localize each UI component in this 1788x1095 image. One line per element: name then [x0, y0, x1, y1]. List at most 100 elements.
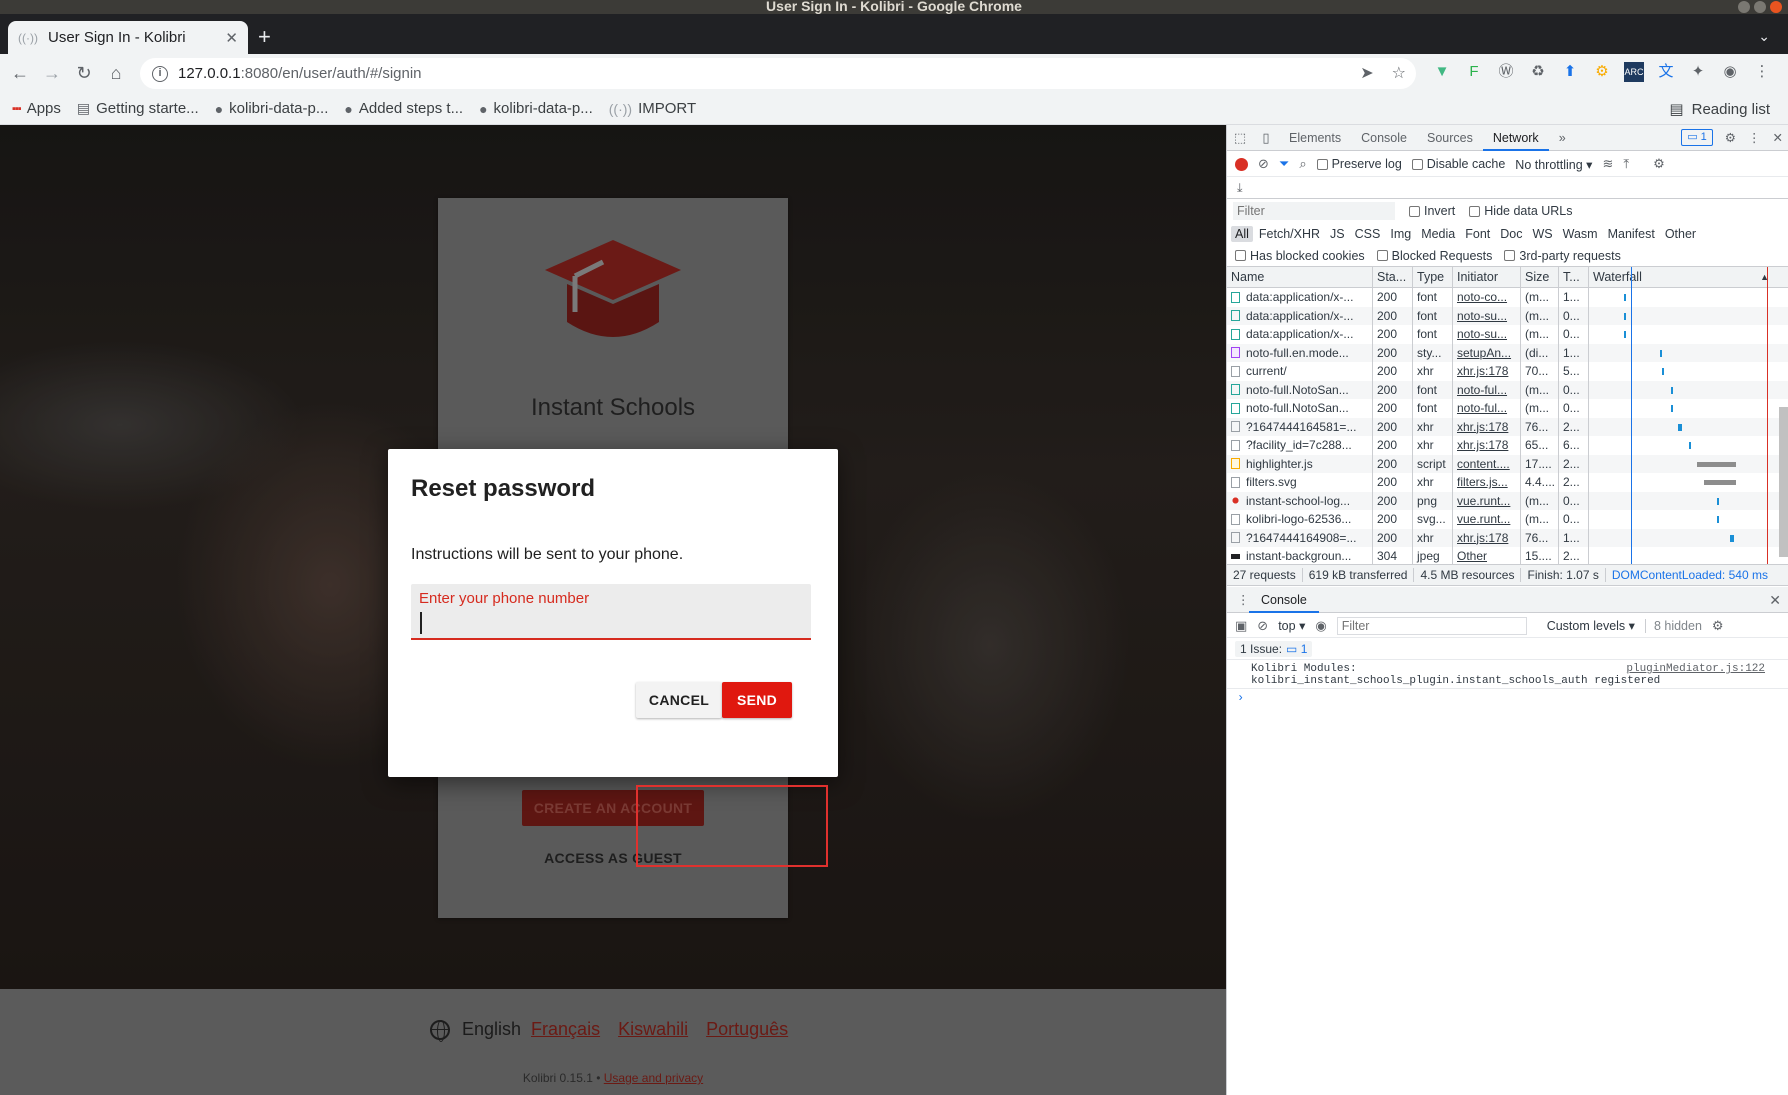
gear-extension-icon[interactable]: ⚙	[1592, 62, 1612, 82]
console-clear-icon[interactable]: ⊘	[1257, 618, 1268, 634]
table-row[interactable]: instant-backgroun... 304 jpeg Other 15.... 2.…	[1227, 547, 1788, 564]
initiator-link[interactable]: noto-su...	[1457, 327, 1507, 341]
initiator-link[interactable]: xhr.js:178	[1457, 420, 1508, 434]
column-header-name[interactable]: Name	[1227, 267, 1373, 287]
request-name-cell[interactable]: noto-full.en.mode...	[1227, 343, 1373, 362]
bookmark-apps[interactable]: ▪▪▪ Apps	[12, 100, 61, 117]
network-filter-input[interactable]	[1233, 202, 1395, 220]
table-row[interactable]: noto-full.NotoSan... 200 font noto-ful... (m…	[1227, 380, 1788, 399]
column-header-status[interactable]: Sta...	[1373, 267, 1413, 287]
type-filter-ws[interactable]: WS	[1528, 226, 1556, 242]
devtools-settings-gear-icon[interactable]: ⚙	[1725, 130, 1736, 145]
console-sidebar-icon[interactable]: ▣	[1235, 618, 1247, 634]
access-as-guest-button[interactable]: ACCESS AS GUEST	[438, 850, 788, 866]
kebab-menu-icon[interactable]: ⋮	[1752, 62, 1772, 82]
hide-data-urls-checkbox[interactable]: Hide data URLs	[1469, 204, 1573, 218]
language-link-kiswahili[interactable]: Kiswahili	[618, 1019, 688, 1040]
type-filter-font[interactable]: Font	[1461, 226, 1494, 242]
upload-extension-icon[interactable]: ⬆	[1560, 62, 1580, 82]
bookmark-kolibri-data-2[interactable]: ● kolibri-data-p...	[479, 100, 593, 117]
network-settings-gear-icon[interactable]: ⚙	[1653, 156, 1665, 172]
disable-cache-checkbox[interactable]: Disable cache	[1411, 157, 1505, 171]
request-name-cell[interactable]: highlighter.js	[1227, 454, 1373, 473]
checkbox-box[interactable]	[1235, 250, 1246, 261]
cancel-button[interactable]: CANCEL	[636, 682, 722, 718]
tab-elements[interactable]: Elements	[1279, 125, 1351, 151]
issues-badge[interactable]: ▭ 1	[1681, 129, 1713, 146]
clear-icon[interactable]: ⊘	[1258, 156, 1269, 172]
send-button[interactable]: SEND	[722, 682, 792, 718]
more-tabs-icon[interactable]: »	[1549, 125, 1576, 151]
send-to-device-icon[interactable]: ➤	[1360, 63, 1373, 83]
arc-extension-icon[interactable]: ARC	[1624, 62, 1644, 82]
initiator-link[interactable]: vue.runt...	[1457, 512, 1510, 526]
initiator-link[interactable]: xhr.js:178	[1457, 438, 1508, 452]
reload-icon[interactable]: ↻	[68, 63, 100, 84]
checkbox-box[interactable]	[1409, 205, 1420, 217]
type-filter-manifest[interactable]: Manifest	[1604, 226, 1659, 242]
log-levels-select[interactable]: Custom levels ▾	[1547, 618, 1635, 633]
initiator-link[interactable]: vue.runt...	[1457, 494, 1510, 508]
drawer-tab-console[interactable]: Console	[1249, 587, 1319, 613]
tab-network[interactable]: Network	[1482, 125, 1549, 151]
home-icon[interactable]: ⌂	[100, 63, 132, 84]
drawer-menu-icon[interactable]: ⋮	[1237, 592, 1250, 607]
initiator-link[interactable]: filters.js...	[1457, 475, 1508, 489]
initiator-link[interactable]: noto-ful...	[1457, 383, 1507, 397]
request-name-cell[interactable]: filters.svg	[1227, 473, 1373, 492]
type-filter-css[interactable]: CSS	[1351, 226, 1385, 242]
language-link-francais[interactable]: Français	[531, 1019, 600, 1040]
type-filter-js[interactable]: JS	[1326, 226, 1349, 242]
table-row[interactable]: data:application/x-... 200 font noto-su... (…	[1227, 306, 1788, 325]
wordpress-extension-icon[interactable]: Ⓦ	[1496, 62, 1516, 82]
drawer-close-icon[interactable]: ✕	[1769, 592, 1781, 609]
console-message-source-link[interactable]: pluginMediator.js:122	[1626, 663, 1765, 675]
recycle-extension-icon[interactable]: ♻	[1528, 62, 1548, 82]
type-filter-wasm[interactable]: Wasm	[1559, 226, 1602, 242]
bookmark-import[interactable]: ((·)) IMPORT	[609, 100, 696, 117]
bookmark-star-icon[interactable]: ☆	[1392, 63, 1406, 83]
checkbox-box[interactable]	[1469, 205, 1481, 217]
request-name-cell[interactable]: instant-backgroun...	[1227, 547, 1373, 564]
table-row[interactable]: noto-full.en.mode... 200 sty... setupAn... (…	[1227, 343, 1788, 362]
checkbox-box[interactable]	[1411, 158, 1423, 170]
initiator-link[interactable]: noto-co...	[1457, 290, 1507, 304]
initiator-link[interactable]: xhr.js:178	[1457, 531, 1508, 545]
type-filter-doc[interactable]: Doc	[1496, 226, 1526, 242]
browser-tab-active[interactable]: ((·)) User Sign In - Kolibri ✕	[8, 21, 248, 54]
request-name-cell[interactable]: ?1647444164581=...	[1227, 417, 1373, 436]
tab-search-chevron-icon[interactable]: ⌄	[1758, 28, 1770, 45]
request-name-cell[interactable]: noto-full.NotoSan...	[1227, 380, 1373, 399]
bookmark-added-steps[interactable]: ● Added steps t...	[344, 100, 463, 117]
table-row[interactable]: kolibri-logo-62536... 200 svg... vue.runt..…	[1227, 510, 1788, 529]
vue-devtools-extension-icon[interactable]: ▼	[1432, 62, 1452, 82]
console-filter-input[interactable]	[1336, 616, 1527, 635]
preserve-log-checkbox[interactable]: Preserve log	[1316, 157, 1402, 171]
phone-number-input[interactable]	[419, 610, 799, 636]
request-name-cell[interactable]: data:application/x-...	[1227, 306, 1373, 325]
column-header-size[interactable]: Size	[1521, 267, 1559, 287]
column-header-time[interactable]: T...	[1559, 267, 1589, 287]
translate-extension-icon[interactable]: 文	[1656, 62, 1676, 82]
initiator-link[interactable]: xhr.js:178	[1457, 364, 1508, 378]
table-row[interactable]: data:application/x-... 200 font noto-co... (…	[1227, 288, 1788, 307]
column-header-type[interactable]: Type	[1413, 267, 1453, 287]
bookmark-getting-started[interactable]: ▤ Getting starte...	[77, 100, 199, 117]
table-row[interactable]: ?1647444164581=... 200 xhr xhr.js:178 76... 2…	[1227, 417, 1788, 436]
table-row[interactable]: filters.svg 200 xhr filters.js... 4.4.... 2..…	[1227, 473, 1788, 492]
initiator-link[interactable]: content....	[1457, 457, 1510, 471]
live-expression-eye-icon[interactable]: ◉	[1315, 618, 1326, 634]
type-filter-all[interactable]: All	[1231, 226, 1253, 242]
initiator-link[interactable]: noto-ful...	[1457, 401, 1507, 415]
request-name-cell[interactable]: instant-school-log...	[1227, 491, 1373, 510]
close-window-icon[interactable]	[1770, 1, 1782, 13]
record-icon[interactable]	[1235, 157, 1248, 171]
request-name-cell[interactable]: ?1647444164908=...	[1227, 528, 1373, 547]
reading-list-button[interactable]: ▤ Reading list	[1669, 100, 1770, 119]
blocked-cookies-checkbox[interactable]: Has blocked cookies	[1235, 249, 1365, 263]
invert-checkbox[interactable]: Invert	[1409, 204, 1455, 218]
network-conditions-icon[interactable]: ≋	[1602, 156, 1613, 172]
feedly-extension-icon[interactable]: F	[1464, 62, 1484, 82]
type-filter-fetch-xhr[interactable]: Fetch/XHR	[1255, 226, 1324, 242]
device-toolbar-icon[interactable]: ▯	[1253, 130, 1279, 146]
